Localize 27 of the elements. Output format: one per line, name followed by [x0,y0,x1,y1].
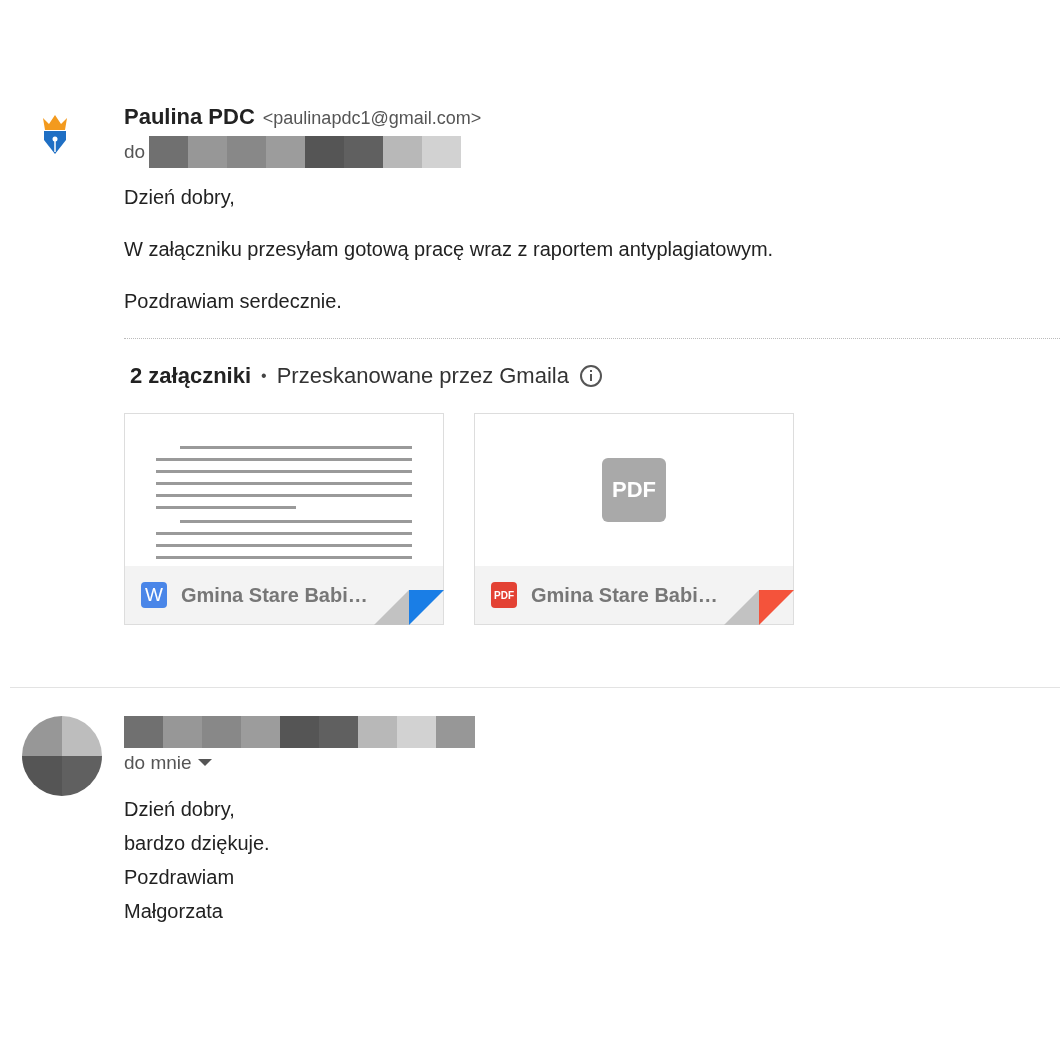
file-type-icon: W [141,582,167,608]
message-text: Pozdrawiam [124,865,236,890]
message-text: W załączniku przesyłam gotową pracę wraz z raportem antyplagiatowym. [124,237,775,262]
separator-dot: • [261,367,267,385]
sender-name: Paulina PDC [124,104,255,130]
sender-email: <paulinapdc1@gmail.com> [262,108,482,129]
message-text: Małgorzata [124,899,224,924]
attachment-card[interactable]: PDF PDF Gmina Stare Babi… [474,413,794,625]
pdf-preview-icon: PDF [602,458,666,522]
attachment-name: Gmina Stare Babi… [181,583,368,607]
caret-icon[interactable] [197,759,212,767]
info-icon[interactable] [578,364,603,388]
message-text: bardzo dziękuje. [124,831,271,856]
recipient-label: do [124,141,146,163]
attachment-name: Gmina Stare Babi… [531,583,718,607]
attachment-card[interactable]: W Gmina Stare Babi… [124,413,444,625]
recipient-label[interactable]: do mnie [124,752,192,774]
attachments-count: 2 załączniki [130,363,252,389]
scan-note: Przeskanowane przez Gmaila [276,363,569,389]
message-text: Pozdrawiam serdecznie. [124,289,343,314]
pen-crown-logo-icon [40,114,70,156]
message-text: Dzień dobry, [124,185,236,210]
avatar-icon [22,716,102,796]
corner-fold-icon [374,588,444,625]
corner-fold-icon [724,588,794,625]
file-type-icon: PDF [491,582,517,608]
message-text: Dzień dobry, [124,797,236,822]
